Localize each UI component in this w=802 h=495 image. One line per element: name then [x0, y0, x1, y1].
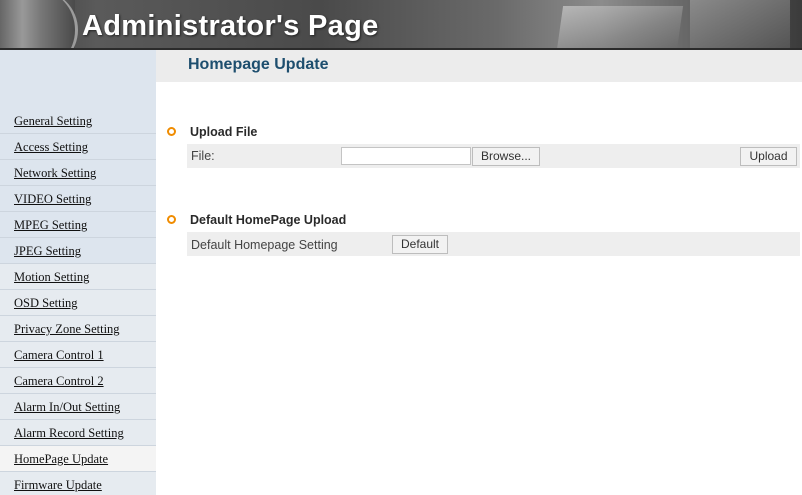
section-title-upload: Upload File — [190, 125, 258, 139]
sidebar-item-firmware-update[interactable]: Firmware Update — [0, 472, 156, 495]
header-decoration-monitor — [556, 6, 684, 50]
page-title-bar: Homepage Update — [156, 50, 802, 82]
sidebar-item-general-setting[interactable]: General Setting — [0, 108, 156, 134]
page-title: Homepage Update — [188, 56, 329, 73]
default-homepage-label: Default Homepage Setting — [191, 238, 338, 252]
header-banner: Administrator's Page — [0, 0, 802, 50]
upload-button[interactable]: Upload — [740, 147, 797, 166]
sidebar-item-video-setting[interactable]: VIDEO Setting — [0, 186, 156, 212]
sidebar-item-alarm-in-out[interactable]: Alarm In/Out Setting — [0, 394, 156, 420]
section-bullet-icon — [167, 215, 176, 224]
header-decoration-curve — [18, 0, 78, 50]
sidebar: General Setting Access Setting Network S… — [0, 50, 156, 495]
sidebar-item-camera-control-1[interactable]: Camera Control 1 — [0, 342, 156, 368]
sidebar-item-access-setting[interactable]: Access Setting — [0, 134, 156, 160]
section-title-default: Default HomePage Upload — [190, 213, 347, 227]
sidebar-item-camera-control-2[interactable]: Camera Control 2 — [0, 368, 156, 394]
sidebar-item-motion-setting[interactable]: Motion Setting — [0, 264, 156, 290]
file-path-input[interactable] — [341, 147, 471, 165]
header-title: Administrator's Page — [82, 10, 379, 42]
section-bullet-icon — [167, 127, 176, 136]
sidebar-item-homepage-update[interactable]: HomePage Update — [0, 446, 156, 472]
sidebar-item-privacy-zone[interactable]: Privacy Zone Setting — [0, 316, 156, 342]
sidebar-item-mpeg-setting[interactable]: MPEG Setting — [0, 212, 156, 238]
sidebar-item-network-setting[interactable]: Network Setting — [0, 160, 156, 186]
browse-button[interactable]: Browse... — [472, 147, 540, 166]
file-label: File: — [191, 149, 215, 163]
header-decoration-monitor — [690, 0, 790, 50]
sidebar-item-osd-setting[interactable]: OSD Setting — [0, 290, 156, 316]
sidebar-item-alarm-record[interactable]: Alarm Record Setting — [0, 420, 156, 446]
default-button[interactable]: Default — [392, 235, 448, 254]
sidebar-item-jpeg-setting[interactable]: JPEG Setting — [0, 238, 156, 264]
